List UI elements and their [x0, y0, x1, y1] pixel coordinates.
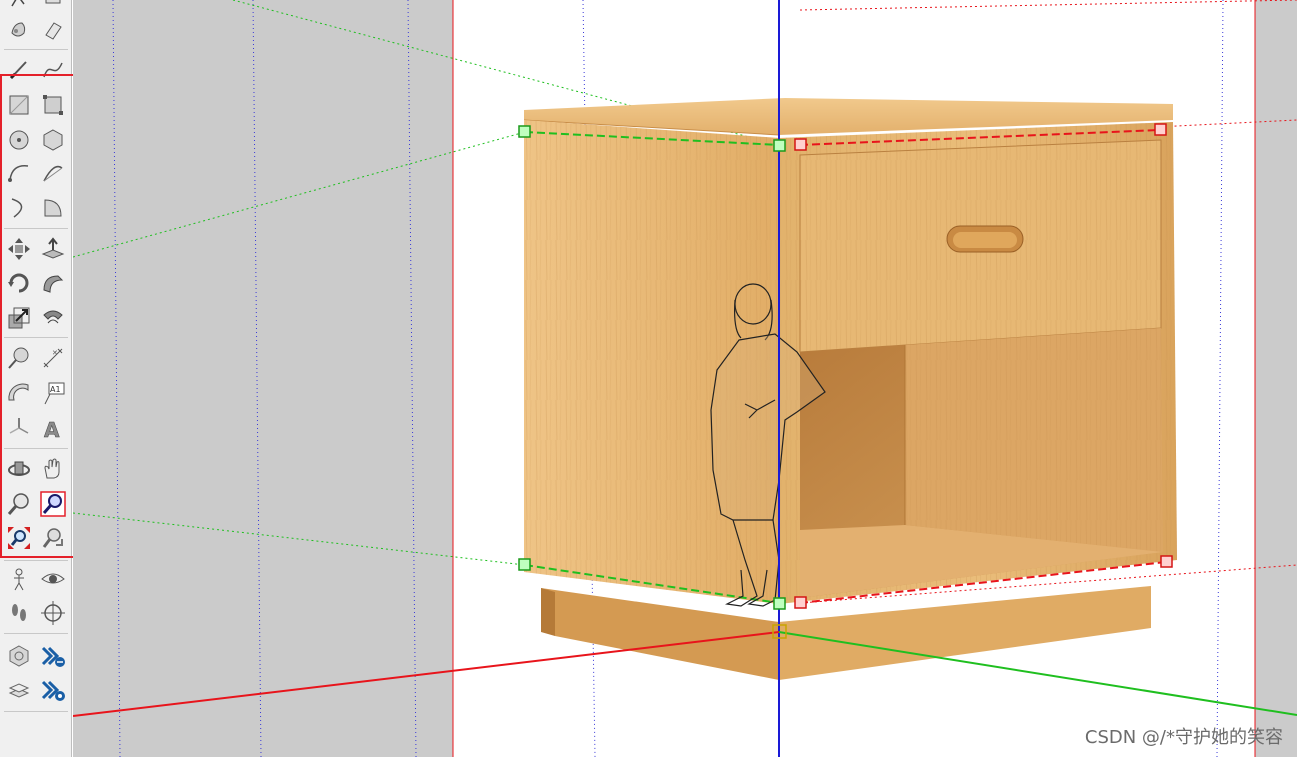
scale-tool-icon[interactable] [6, 305, 32, 331]
warehouse-icon[interactable] [6, 643, 32, 669]
zoom-window-tool-icon[interactable] [40, 491, 66, 517]
rotated-rectangle-tool-icon[interactable] [40, 92, 66, 118]
large-tool-set-toolbar: ✕ A1 A [0, 0, 72, 757]
pie-tool-icon[interactable] [40, 195, 66, 221]
background-grey-band-left [73, 0, 453, 757]
circle-tool-icon[interactable] [6, 127, 32, 153]
polygon-tool-icon[interactable] [40, 127, 66, 153]
green-axis [778, 631, 1297, 716]
zoom-tool-icon[interactable] [6, 491, 32, 517]
freehand-tool-icon[interactable] [40, 57, 66, 83]
modeling-viewport[interactable] [73, 0, 1297, 757]
extension-manager-icon[interactable] [40, 677, 66, 703]
arc-tool-icon[interactable] [6, 160, 32, 186]
protractor-tool-icon[interactable] [6, 380, 32, 406]
two-point-arc-tool-icon[interactable] [40, 160, 66, 186]
lasso-select-tool-icon[interactable] [6, 0, 32, 12]
walk-tool-icon[interactable] [6, 600, 32, 626]
pan-tool-icon[interactable] [40, 456, 66, 482]
nightstand-photo [523, 98, 1177, 680]
offset-tool-icon[interactable] [40, 305, 66, 331]
share-component-icon[interactable] [6, 677, 32, 703]
text-tool-icon[interactable]: A1 [40, 380, 66, 406]
rotate-tool-icon[interactable] [6, 270, 32, 296]
dimension-tool-icon[interactable]: ✕ [40, 345, 66, 371]
three-point-arc-tool-icon[interactable] [6, 195, 32, 221]
follow-me-tool-icon[interactable] [40, 270, 66, 296]
background-grey-band-right [1255, 0, 1297, 757]
zoom-extents-tool-icon[interactable] [6, 525, 32, 551]
line-tool-icon[interactable] [6, 57, 32, 83]
previous-view-tool-icon[interactable] [40, 525, 66, 551]
svg-text:✕: ✕ [52, 349, 58, 357]
eraser-tool-icon-2[interactable] [40, 17, 66, 43]
paint-bucket-tool-icon[interactable] [6, 17, 32, 43]
extension-warehouse-icon[interactable] [40, 643, 66, 669]
3d-text-tool-icon[interactable]: A [40, 415, 66, 441]
look-around-tool-icon[interactable] [40, 566, 66, 592]
tape-measure-tool-icon[interactable] [6, 345, 32, 371]
text-tool-label: A1 [50, 385, 61, 394]
position-camera-tool-icon[interactable] [6, 566, 32, 592]
axes-tool-icon[interactable] [6, 415, 32, 441]
watermark-text: CSDN @/*守护她的笑容 [1084, 727, 1283, 748]
eraser-tool-icon[interactable] [40, 0, 66, 12]
orbit-tool-icon[interactable] [6, 456, 32, 482]
3d-text-tool-label: A [44, 418, 60, 441]
push-pull-tool-icon[interactable] [40, 236, 66, 262]
rectangle-tool-icon[interactable] [6, 92, 32, 118]
section-plane-tool-icon[interactable] [40, 600, 66, 626]
move-tool-icon[interactable] [6, 236, 32, 262]
